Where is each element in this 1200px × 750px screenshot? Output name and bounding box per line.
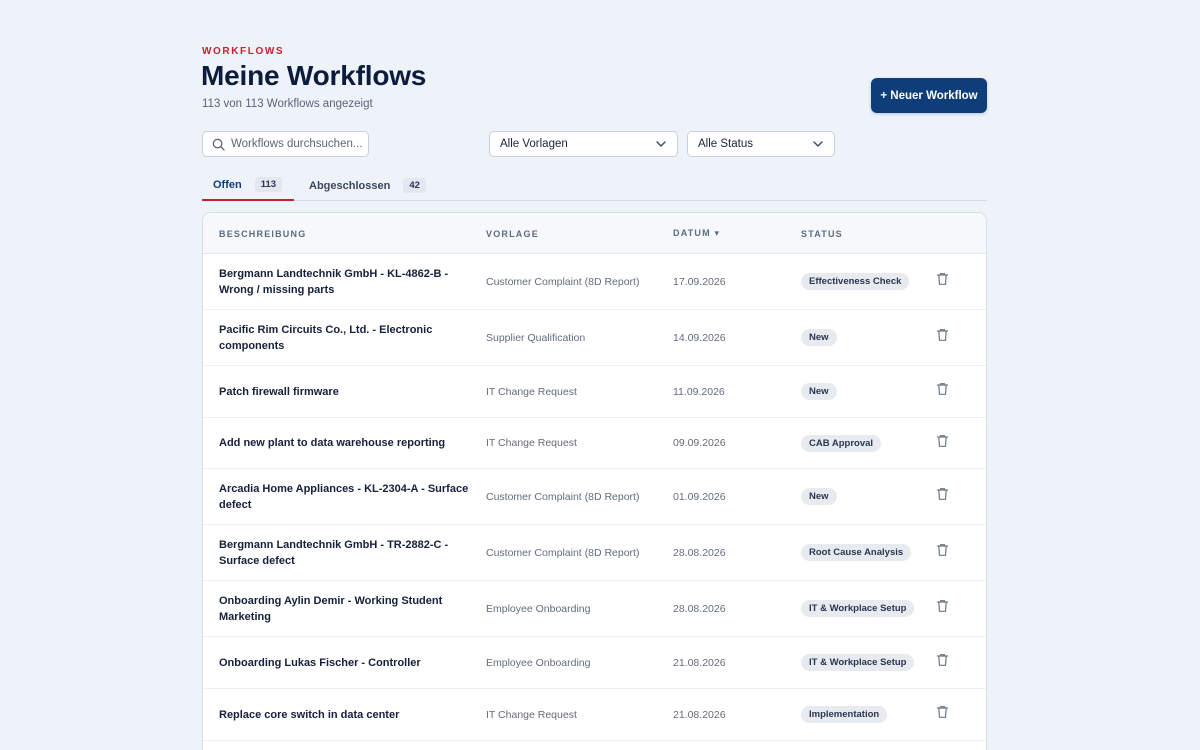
trash-icon[interactable]: [936, 328, 949, 347]
table-body: Bergmann Landtechnik GmbH - KL-4862-B - …: [203, 254, 986, 741]
search-icon: [212, 138, 225, 151]
row-description[interactable]: Add new plant to data warehouse reportin…: [219, 435, 474, 451]
trash-icon[interactable]: [936, 543, 949, 562]
table-row[interactable]: Bergmann Landtechnik GmbH - KL-4862-B - …: [203, 254, 986, 310]
row-date: 14.09.2026: [673, 331, 726, 344]
status-badge: New: [801, 329, 837, 346]
row-date: 21.08.2026: [673, 656, 726, 669]
new-workflow-button[interactable]: + Neuer Workflow: [871, 78, 987, 113]
status-badge: IT & Workplace Setup: [801, 600, 915, 617]
row-template: IT Change Request: [486, 385, 577, 398]
row-date: 17.09.2026: [673, 275, 726, 288]
row-date: 01.09.2026: [673, 490, 726, 503]
tab-open[interactable]: Offen 113: [202, 170, 294, 201]
status-badge: New: [801, 488, 837, 505]
row-template: IT Change Request: [486, 437, 577, 449]
search-box[interactable]: [202, 131, 369, 157]
row-template: Customer Complaint (8D Report): [486, 490, 640, 503]
row-description[interactable]: Bergmann Landtechnik GmbH - KL-4862-B - …: [219, 266, 474, 298]
page-title: Meine Workflows: [201, 60, 427, 91]
table-row[interactable]: Patch firewall firmware IT Change Request…: [203, 366, 986, 418]
status-badge: Implementation: [801, 706, 888, 723]
row-description[interactable]: Pacific Rim Circuits Co., Ltd. - Electro…: [219, 322, 474, 354]
row-template: Employee Onboarding: [486, 656, 591, 669]
status-badge: New: [801, 383, 837, 400]
column-header-date[interactable]: DATUM ▾: [673, 213, 720, 254]
status-badge: CAB Approval: [801, 434, 882, 452]
tab-completed[interactable]: Abgeschlossen 42: [309, 170, 426, 201]
chevron-down-icon: [813, 141, 823, 147]
template-filter-select[interactable]: Alle Vorlagen: [489, 131, 678, 157]
template-filter-value: Alle Vorlagen: [500, 138, 568, 150]
table-row[interactable]: Pacific Rim Circuits Co., Ltd. - Electro…: [203, 310, 986, 366]
trash-icon[interactable]: [936, 434, 949, 453]
row-template: Supplier Qualification: [486, 331, 586, 344]
trash-icon[interactable]: [936, 705, 949, 724]
tab-count-badge: 113: [254, 177, 283, 192]
status-filter-value: Alle Status: [698, 138, 753, 150]
row-date: 21.08.2026: [673, 708, 726, 721]
row-date: 28.08.2026: [673, 602, 726, 615]
row-description[interactable]: Bergmann Landtechnik GmbH - TR-2882-C - …: [219, 537, 474, 569]
tab-count-badge: 42: [403, 178, 426, 193]
table-row[interactable]: Onboarding Aylin Demir - Working Student…: [203, 581, 986, 637]
row-description[interactable]: Arcadia Home Appliances - KL-2304-A - Su…: [219, 481, 474, 513]
status-badge: IT & Workplace Setup: [801, 654, 915, 671]
row-description[interactable]: Patch firewall firmware: [219, 384, 474, 400]
section-eyebrow: WORKFLOWS: [202, 46, 285, 57]
table-row[interactable]: Add new plant to data warehouse reportin…: [203, 418, 986, 469]
search-input[interactable]: [231, 138, 366, 150]
status-filter-select[interactable]: Alle Status: [687, 131, 835, 157]
column-header-status[interactable]: STATUS: [801, 213, 843, 254]
status-badge: Root Cause Analysis: [801, 544, 912, 561]
row-date: 11.09.2026: [673, 385, 725, 398]
trash-icon[interactable]: [936, 599, 949, 618]
trash-icon[interactable]: [936, 382, 949, 401]
table-row[interactable]: Bergmann Landtechnik GmbH - TR-2882-C - …: [203, 525, 986, 581]
column-header-description[interactable]: BESCHREIBUNG: [219, 213, 306, 254]
row-description[interactable]: Onboarding Aylin Demir - Working Student…: [219, 593, 474, 625]
row-template: IT Change Request: [486, 708, 577, 721]
status-badge: Effectiveness Check: [801, 273, 910, 290]
row-template: Customer Complaint (8D Report): [486, 546, 640, 559]
row-template: Customer Complaint (8D Report): [486, 275, 640, 288]
row-description[interactable]: Replace core switch in data center: [219, 707, 474, 723]
workflows-page: WORKFLOWS Meine Workflows 113 von 113 Wo…: [0, 0, 1200, 750]
row-date: 28.08.2026: [673, 546, 726, 559]
table-row[interactable]: Replace core switch in data center IT Cha…: [203, 689, 986, 741]
trash-icon[interactable]: [936, 487, 949, 506]
column-header-template[interactable]: VORLAGE: [486, 213, 539, 254]
row-description[interactable]: Onboarding Lukas Fischer - Controller: [219, 655, 474, 671]
workflow-tabs: Offen 113 Abgeschlossen 42: [202, 170, 987, 201]
tab-label: Abgeschlossen: [309, 179, 391, 192]
row-date: 09.09.2026: [673, 437, 726, 449]
table-header: BESCHREIBUNG VORLAGE DATUM ▾ STATUS: [203, 213, 986, 254]
table-row[interactable]: Onboarding Lukas Fischer - Controller Emp…: [203, 637, 986, 689]
workflows-table: BESCHREIBUNG VORLAGE DATUM ▾ STATUS Berg…: [202, 212, 987, 750]
row-template: Employee Onboarding: [486, 602, 591, 615]
trash-icon[interactable]: [936, 653, 949, 672]
table-row[interactable]: Arcadia Home Appliances - KL-2304-A - Su…: [203, 469, 986, 525]
trash-icon[interactable]: [936, 272, 949, 291]
tab-label: Offen: [213, 178, 242, 191]
workflow-count-text: 113 von 113 Workflows angezeigt: [202, 98, 373, 110]
chevron-down-icon: [656, 141, 666, 147]
